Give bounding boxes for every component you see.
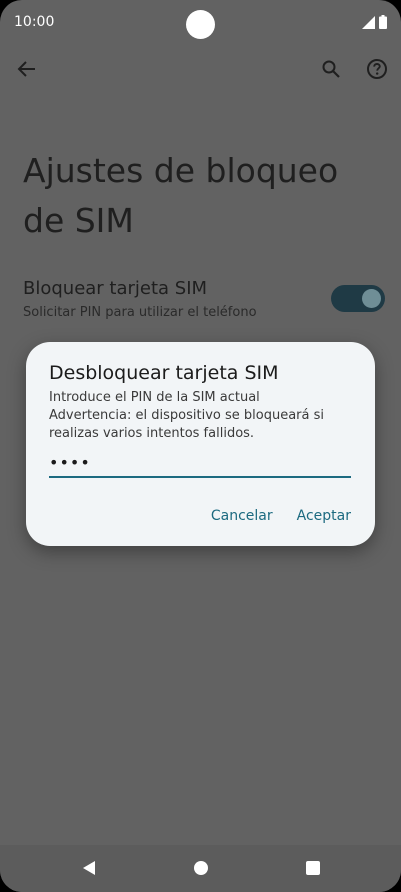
lock-sim-setting-row[interactable]: Bloquear tarjeta SIM Solicitar PIN para … — [0, 272, 401, 328]
search-button[interactable] — [318, 58, 344, 84]
unlock-sim-dialog: Desbloquear tarjeta SIM Introduce el PIN… — [26, 342, 375, 546]
dialog-message-line2: Advertencia: el dispositivo se bloqueará… — [49, 408, 324, 423]
cancel-button[interactable]: Cancelar — [211, 508, 273, 524]
toggle-knob — [362, 289, 381, 308]
page-title-line1: Ajustes de bloqueo — [23, 151, 339, 190]
status-icons — [362, 14, 387, 33]
dialog-message-line1: Introduce el PIN de la SIM actual — [49, 390, 260, 405]
signal-icon — [362, 14, 375, 33]
accept-button[interactable]: Aceptar — [297, 508, 351, 524]
battery-icon — [379, 14, 387, 33]
dialog-message-line3: realizas varios intentos fallidos. — [49, 426, 255, 441]
page-title: Ajustes de bloqueo de SIM — [23, 146, 373, 246]
dialog-title: Desbloquear tarjeta SIM — [49, 362, 279, 384]
nav-home-icon[interactable] — [194, 861, 208, 875]
app-bar — [0, 50, 401, 90]
page-title-line2: de SIM — [23, 201, 134, 240]
phone-screen: 10:00 Ajustes de bloqueo de SIM Bloquear… — [0, 0, 401, 892]
dialog-message: Introduce el PIN de la SIM actual Advert… — [49, 389, 359, 443]
help-button[interactable] — [364, 58, 390, 84]
back-button[interactable] — [14, 58, 40, 84]
setting-title: Bloquear tarjeta SIM — [23, 278, 208, 299]
lock-sim-toggle[interactable] — [331, 285, 385, 312]
arrow-back-icon — [17, 59, 37, 83]
navigation-bar — [0, 845, 401, 892]
pin-input[interactable] — [49, 448, 351, 478]
status-time: 10:00 — [14, 14, 55, 30]
dialog-actions: Cancelar Aceptar — [211, 508, 351, 524]
status-bar: 10:00 — [0, 0, 401, 46]
nav-back-icon — [80, 861, 98, 881]
setting-subtitle: Solicitar PIN para utilizar el teléfono — [23, 305, 257, 320]
camera-cutout — [186, 10, 215, 39]
nav-back-button[interactable] — [80, 859, 98, 877]
nav-recents-icon[interactable] — [306, 861, 320, 875]
search-icon — [321, 59, 341, 83]
help-icon — [366, 58, 388, 84]
